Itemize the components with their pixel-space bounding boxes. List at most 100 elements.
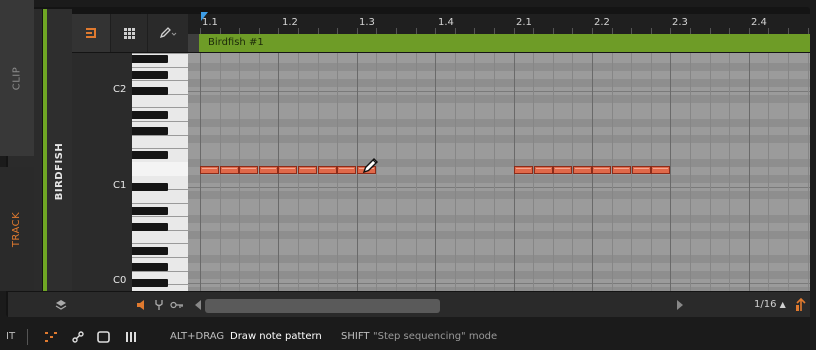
tab-clip[interactable]: CLIP — [0, 0, 34, 156]
black-key[interactable] — [132, 183, 168, 191]
midi-note[interactable] — [337, 166, 356, 174]
clip-name: Birdfish #1 — [208, 37, 264, 48]
pencil-tool-button[interactable] — [148, 14, 189, 52]
notes-icon — [86, 28, 96, 38]
follow-playhead-icon[interactable] — [795, 298, 807, 312]
midi-note[interactable] — [239, 166, 258, 174]
white-key-divider — [132, 67, 188, 68]
ruler-label: 1.3 — [359, 17, 375, 28]
horizontal-scrollbar-thumb[interactable] — [205, 299, 440, 313]
ruler-label: 1.2 — [282, 17, 298, 28]
grid-row-dark — [188, 63, 810, 71]
chevron-up-icon: ▲ — [779, 300, 786, 309]
playhead-marker[interactable] — [201, 12, 208, 21]
grid-beat-line — [396, 53, 397, 291]
black-key[interactable] — [132, 263, 168, 271]
black-key[interactable] — [132, 247, 168, 255]
note-pattern-icon[interactable] — [44, 331, 58, 343]
hint-shift-key: SHIFT — [341, 331, 370, 342]
grid-beat-line — [455, 53, 456, 291]
black-key[interactable] — [132, 111, 168, 119]
scroll-right-icon[interactable] — [676, 300, 684, 310]
black-key[interactable] — [132, 223, 168, 231]
grid-beat-line — [435, 53, 436, 291]
white-key-divider — [132, 107, 188, 108]
ruler-label: 2.1 — [516, 17, 532, 28]
grid-button[interactable] — [111, 14, 148, 52]
black-key[interactable] — [132, 151, 168, 159]
white-key-divider — [132, 135, 188, 136]
midi-note[interactable] — [592, 166, 611, 174]
white-key-divider — [132, 53, 188, 54]
key-label-c1: C1 — [113, 180, 127, 191]
ruler-label: 2.2 — [594, 17, 610, 28]
pencil-cursor-icon — [361, 155, 381, 179]
layers-icon[interactable] — [55, 299, 67, 311]
midi-note[interactable] — [651, 166, 670, 174]
grid-row-dark — [188, 119, 810, 127]
timeline-ruler[interactable]: 1.1 1.2 1.3 1.4 2.1 2.2 2.3 2.4 — [188, 14, 810, 34]
white-key-divider — [132, 80, 188, 81]
grid-row-dark — [188, 271, 810, 279]
tab-clip-label: CLIP — [11, 66, 23, 90]
midi-note[interactable] — [573, 166, 592, 174]
black-key[interactable] — [132, 87, 168, 95]
grid-beat-line — [788, 53, 789, 291]
midi-note[interactable] — [534, 166, 553, 174]
grid-beat-line — [729, 53, 730, 291]
black-key[interactable] — [132, 127, 168, 135]
midi-note[interactable] — [298, 166, 317, 174]
note-grid[interactable] — [188, 53, 810, 291]
grid-row-dark — [188, 255, 810, 263]
window-icon[interactable] — [97, 331, 110, 343]
key-c1-highlight — [132, 162, 188, 176]
ruler-label: 1.4 — [438, 17, 454, 28]
fork-icon[interactable] — [153, 299, 165, 311]
grid-beat-line — [690, 53, 691, 291]
grid-resolution-select[interactable]: 1/16 ▲ — [754, 299, 786, 310]
midi-note[interactable] — [200, 166, 219, 174]
clip-bar-spacer — [188, 34, 199, 52]
clip-header[interactable]: Birdfish #1 — [199, 34, 810, 52]
ruler-label: 2.3 — [672, 17, 688, 28]
grid-beat-line — [749, 53, 750, 291]
scroll-left-icon[interactable] — [194, 300, 202, 310]
grid-row-dark — [188, 215, 810, 223]
midi-note[interactable] — [259, 166, 278, 174]
notes-view-button[interactable] — [72, 14, 111, 52]
track-name: BIRDFISH — [54, 142, 65, 200]
midi-note[interactable] — [553, 166, 572, 174]
mixer-icon[interactable] — [125, 331, 138, 343]
grid-row-dark — [188, 79, 810, 87]
black-key[interactable] — [132, 71, 168, 79]
grid-beat-line — [416, 53, 417, 291]
midi-note[interactable] — [514, 166, 533, 174]
grid-icon — [123, 27, 135, 39]
link-icon[interactable] — [72, 331, 84, 343]
white-key-divider — [132, 257, 188, 258]
midi-note[interactable] — [632, 166, 651, 174]
grid-beat-line — [768, 53, 769, 291]
grid-row-dark — [188, 191, 810, 199]
black-key[interactable] — [132, 55, 168, 63]
black-key[interactable] — [132, 279, 168, 287]
status-left-text: IT — [6, 331, 16, 342]
midi-note[interactable] — [612, 166, 631, 174]
grid-row-dark — [188, 175, 810, 183]
white-key-divider — [132, 271, 188, 272]
white-key-divider — [132, 148, 188, 149]
key-icon[interactable] — [170, 299, 184, 311]
white-key-divider — [132, 203, 188, 204]
midi-note[interactable] — [318, 166, 337, 174]
grid-beat-line — [710, 53, 711, 291]
white-key-divider — [132, 121, 188, 122]
grid-beat-line — [670, 53, 671, 291]
tab-track[interactable]: TRACK — [0, 167, 34, 291]
midi-note[interactable] — [278, 166, 297, 174]
black-key[interactable] — [132, 207, 168, 215]
midi-note[interactable] — [220, 166, 239, 174]
grid-row-dark — [188, 135, 810, 143]
speaker-icon[interactable] — [136, 299, 148, 311]
key-label-c0: C0 — [113, 275, 127, 286]
white-key-divider — [132, 243, 188, 244]
